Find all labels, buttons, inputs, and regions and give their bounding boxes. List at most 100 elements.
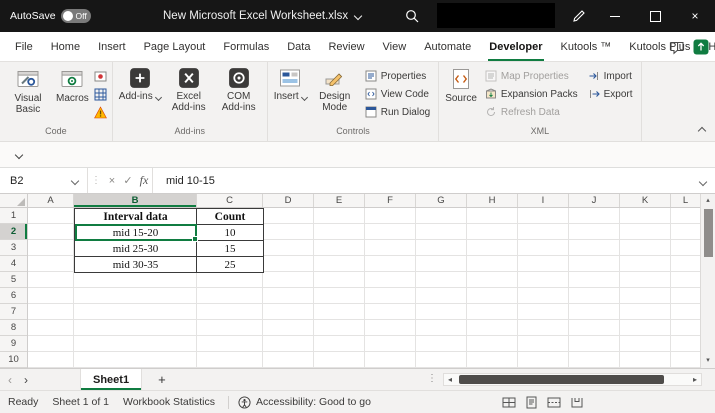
column-header-C[interactable]: C: [197, 194, 263, 207]
design-mode-button[interactable]: Design Mode: [310, 65, 360, 113]
row-header-9[interactable]: 9: [0, 336, 27, 352]
next-sheet-icon[interactable]: ›: [18, 370, 34, 390]
formula-input[interactable]: mid 10-15: [152, 168, 691, 193]
close-button[interactable]: ×: [675, 0, 715, 32]
workbook-statistics-button[interactable]: Workbook Statistics: [123, 396, 215, 408]
enter-icon[interactable]: ✓: [120, 174, 136, 187]
insert-control-button[interactable]: Insert: [271, 65, 310, 103]
page-layout-icon[interactable]: [525, 396, 538, 409]
autosave-toggle[interactable]: AutoSave Off: [10, 0, 91, 32]
expansion-packs-button[interactable]: Expansion Packs: [485, 87, 578, 101]
tab-formulas[interactable]: Formulas: [214, 32, 278, 61]
scroll-down-icon[interactable]: ▾: [701, 356, 715, 366]
tab-developer[interactable]: Developer: [480, 32, 551, 61]
import-button[interactable]: Import: [588, 69, 633, 83]
horizontal-scroll-thumb[interactable]: [459, 375, 664, 384]
cell-B2[interactable]: mid 15-20: [75, 225, 197, 241]
tab-insert[interactable]: Insert: [89, 32, 135, 61]
cell-B1[interactable]: Interval data: [75, 209, 197, 225]
scroll-up-icon[interactable]: ▴: [701, 196, 715, 206]
macros-button[interactable]: Macros: [53, 65, 92, 105]
tab-automate[interactable]: Automate: [415, 32, 480, 61]
scroll-right-icon[interactable]: ▸: [689, 374, 701, 385]
row-header-4[interactable]: 4: [0, 256, 27, 272]
new-sheet-button[interactable]: +: [158, 371, 166, 389]
column-header-J[interactable]: J: [569, 194, 620, 207]
accessibility-status[interactable]: Accessibility: Good to go: [238, 396, 371, 409]
view-code-button[interactable]: View Code: [365, 87, 430, 101]
insert-function-icon[interactable]: fx: [136, 173, 152, 188]
collapse-ribbon-icon[interactable]: [698, 127, 706, 135]
xml-source-button[interactable]: Source: [442, 65, 480, 105]
export-button[interactable]: Export: [588, 87, 633, 101]
comments-icon[interactable]: [669, 40, 685, 55]
cell-C1[interactable]: Count: [197, 209, 264, 225]
row-header-5[interactable]: 5: [0, 272, 27, 288]
cell-C4[interactable]: 25: [197, 257, 264, 273]
page-break-preview-icon[interactable]: [547, 396, 561, 409]
column-header-K[interactable]: K: [620, 194, 671, 207]
horizontal-scrollbar[interactable]: ◂ ▸: [443, 373, 702, 386]
cell-B4[interactable]: mid 30-35: [75, 257, 197, 273]
macro-security-icon[interactable]: [94, 106, 107, 119]
group-label-xml: XML: [439, 125, 640, 141]
tab-kutools[interactable]: Kutools ™: [552, 32, 621, 61]
share-icon[interactable]: [693, 39, 709, 55]
com-add-ins-button[interactable]: COM Add-ins: [214, 65, 264, 113]
select-all-corner[interactable]: [0, 194, 28, 208]
qat-overflow-chevron-icon[interactable]: [15, 150, 23, 158]
design-mode-icon: [324, 67, 346, 89]
add-ins-button[interactable]: Add-ins: [116, 65, 164, 103]
autosave-pill[interactable]: Off: [61, 9, 91, 23]
search-icon[interactable]: [405, 9, 419, 23]
excel-add-ins-button[interactable]: Excel Add-ins: [164, 65, 214, 113]
minimize-button[interactable]: [595, 0, 635, 32]
tab-view[interactable]: View: [374, 32, 416, 61]
column-header-A[interactable]: A: [28, 194, 74, 207]
sheet-tab-sheet1[interactable]: Sheet1: [80, 369, 142, 390]
row-header-3[interactable]: 3: [0, 240, 27, 256]
row-header-10[interactable]: 10: [0, 352, 27, 368]
vertical-scroll-thumb[interactable]: [704, 209, 713, 257]
tab-review[interactable]: Review: [319, 32, 373, 61]
column-header-F[interactable]: F: [365, 194, 416, 207]
properties-button[interactable]: Properties: [365, 69, 430, 83]
record-macro-icon[interactable]: [94, 70, 107, 83]
ink-pen-icon[interactable]: [572, 9, 586, 23]
window-title[interactable]: New Microsoft Excel Worksheet.xlsx: [163, 0, 361, 32]
row-header-8[interactable]: 8: [0, 320, 27, 336]
normal-view-icon[interactable]: [502, 396, 516, 409]
column-header-G[interactable]: G: [416, 194, 467, 207]
column-header-D[interactable]: D: [263, 194, 314, 207]
visual-basic-button[interactable]: Visual Basic: [3, 65, 53, 115]
run-dialog-button[interactable]: Run Dialog: [365, 105, 430, 119]
column-header-E[interactable]: E: [314, 194, 365, 207]
column-header-H[interactable]: H: [467, 194, 518, 207]
column-header-B[interactable]: B: [74, 194, 197, 207]
cell-C2[interactable]: 10: [197, 225, 264, 241]
row-header-2[interactable]: 2: [0, 224, 27, 240]
row-header-7[interactable]: 7: [0, 304, 27, 320]
expand-formula-bar-icon[interactable]: [699, 177, 707, 185]
cell-B3[interactable]: mid 25-30: [75, 241, 197, 257]
column-header-L[interactable]: L: [671, 194, 700, 207]
name-box[interactable]: B2: [0, 168, 88, 193]
tab-home[interactable]: Home: [42, 32, 89, 61]
previous-sheet-icon[interactable]: ‹: [2, 370, 18, 390]
vertical-scrollbar[interactable]: ▴ ▾: [700, 194, 715, 368]
sheet-cells[interactable]: Interval data Count mid 15-20 10 mid 25-…: [28, 208, 700, 368]
use-relative-references-icon[interactable]: [94, 88, 107, 101]
cell-C3[interactable]: 15: [197, 241, 264, 257]
tab-data[interactable]: Data: [278, 32, 319, 61]
cancel-icon[interactable]: ×: [104, 175, 120, 187]
tab-file[interactable]: File: [6, 32, 42, 61]
redacted-account-badge[interactable]: [437, 3, 555, 28]
tab-page-layout[interactable]: Page Layout: [135, 32, 215, 61]
column-header-I[interactable]: I: [518, 194, 569, 207]
row-header-6[interactable]: 6: [0, 288, 27, 304]
page-margins-icon[interactable]: [570, 396, 584, 409]
maximize-button[interactable]: [635, 0, 675, 32]
tab-splitter-icon[interactable]: ⋮: [427, 369, 437, 391]
scroll-left-icon[interactable]: ◂: [444, 374, 456, 385]
row-header-1[interactable]: 1: [0, 208, 27, 224]
